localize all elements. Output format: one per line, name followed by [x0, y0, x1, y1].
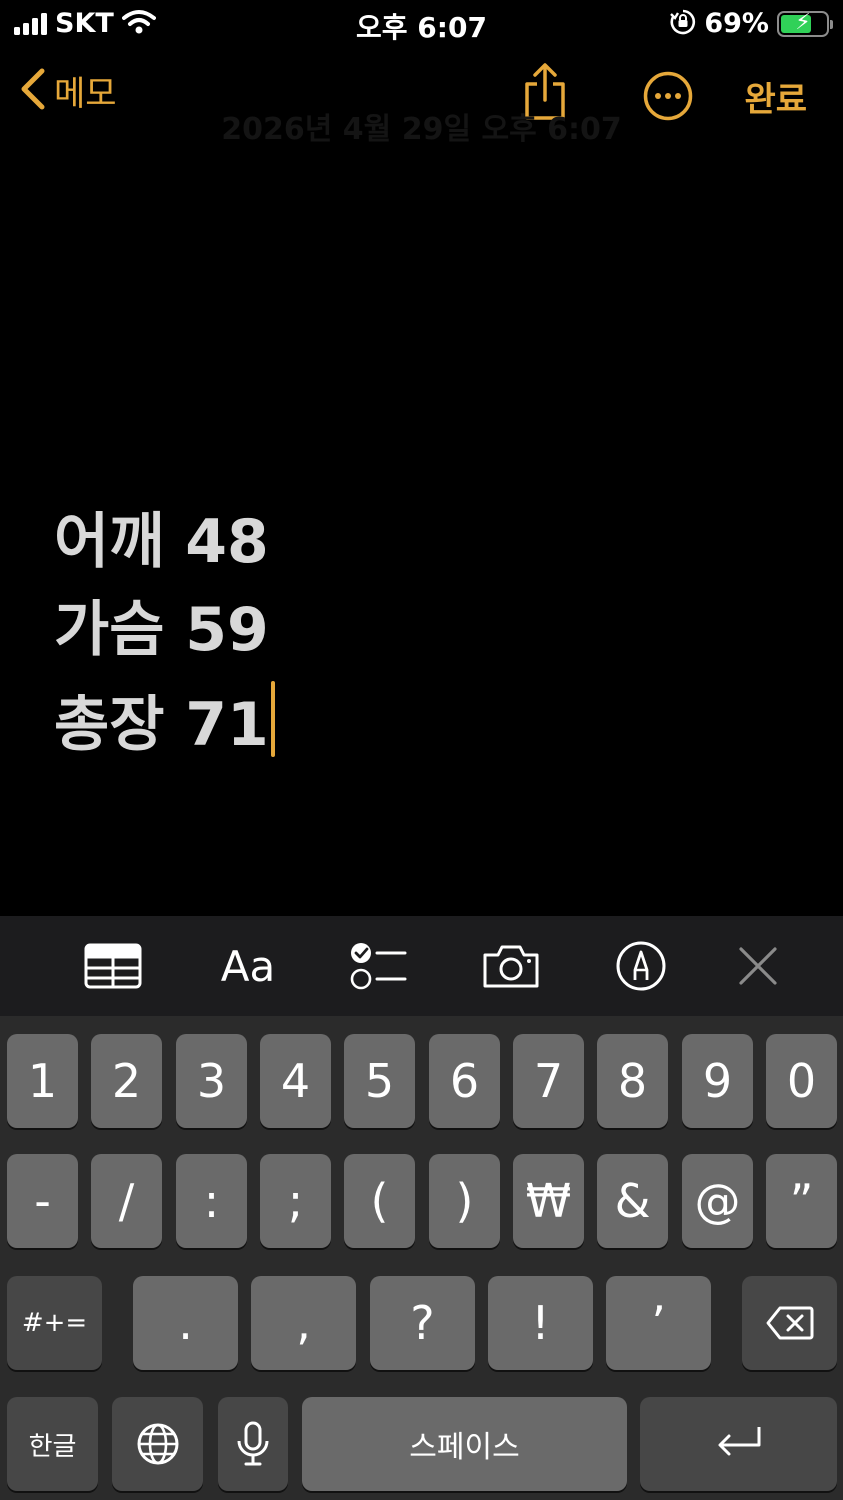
format-icon: Aa: [220, 941, 276, 991]
key-label: @: [694, 1174, 741, 1228]
key-label: ’: [651, 1296, 666, 1350]
key-label: 2: [111, 1054, 142, 1108]
key-label: ?: [410, 1296, 435, 1350]
backspace-icon: [766, 1306, 813, 1340]
key-label: 9: [702, 1054, 733, 1108]
key-5[interactable]: 5: [344, 1034, 415, 1128]
key-label: ₩: [525, 1174, 572, 1228]
markup-icon: [616, 941, 666, 991]
key-label: 8: [617, 1054, 648, 1108]
microphone-icon: [237, 1421, 269, 1466]
globe-icon: [137, 1423, 178, 1465]
key-quote[interactable]: ”: [766, 1154, 837, 1248]
key-0[interactable]: 0: [766, 1034, 837, 1128]
key-label: /: [118, 1174, 135, 1228]
key-exclamation[interactable]: !: [488, 1276, 593, 1370]
space-key[interactable]: 스페이스: [302, 1397, 627, 1491]
status-right: 69% ⚡: [670, 8, 833, 39]
note-date: 2026년 4월 29일 오후 6:07: [221, 112, 622, 147]
checklist-icon: [350, 943, 407, 990]
key-open-paren[interactable]: (: [344, 1154, 415, 1248]
battery-percent: 69%: [704, 8, 769, 39]
key-label: &: [614, 1174, 651, 1228]
key-label: 4: [280, 1054, 311, 1108]
key-9[interactable]: 9: [682, 1034, 753, 1128]
globe-key[interactable]: [112, 1397, 203, 1491]
dictation-key[interactable]: [218, 1397, 288, 1491]
key-3[interactable]: 3: [176, 1034, 247, 1128]
close-toolbar-button[interactable]: [736, 938, 780, 994]
key-period[interactable]: .: [133, 1276, 238, 1370]
key-2[interactable]: 2: [91, 1034, 162, 1128]
table-button[interactable]: [82, 938, 144, 994]
key-apostrophe[interactable]: ’: [606, 1276, 711, 1370]
key-label: 0: [786, 1054, 817, 1108]
key-7[interactable]: 7: [513, 1034, 584, 1128]
hangul-key[interactable]: 한글: [7, 1397, 98, 1491]
return-icon: [718, 1427, 760, 1456]
key-label: .: [178, 1296, 193, 1350]
key-1[interactable]: 1: [7, 1034, 78, 1128]
camera-button[interactable]: [480, 938, 542, 994]
table-icon: [84, 943, 142, 989]
key-hyphen[interactable]: -: [7, 1154, 78, 1248]
key-comma[interactable]: ,: [251, 1276, 356, 1370]
text-cursor: [270, 681, 275, 757]
key-4[interactable]: 4: [260, 1034, 331, 1128]
key-ampersand[interactable]: &: [597, 1154, 668, 1248]
checklist-button[interactable]: [348, 938, 408, 994]
key-label: 3: [196, 1054, 227, 1108]
key-close-paren[interactable]: ): [429, 1154, 500, 1248]
format-toolbar: Aa: [0, 916, 843, 1016]
key-label: (: [370, 1174, 389, 1228]
key-question[interactable]: ?: [370, 1276, 475, 1370]
note-body[interactable]: 어깨 48 가슴 59 총장 71: [54, 505, 275, 769]
key-label: 6: [449, 1054, 480, 1108]
key-semicolon[interactable]: ;: [260, 1154, 331, 1248]
note-line: 어깨 48: [54, 507, 269, 577]
markup-button[interactable]: [614, 938, 668, 994]
key-label: 7: [533, 1054, 564, 1108]
delete-key[interactable]: [742, 1276, 837, 1370]
key-label: 스페이스: [409, 1430, 520, 1465]
key-label: !: [531, 1296, 550, 1350]
key-8[interactable]: 8: [597, 1034, 668, 1128]
camera-icon: [483, 945, 539, 988]
battery-charging-icon: ⚡: [777, 10, 833, 37]
note-line: 가슴 59: [54, 595, 269, 665]
return-key[interactable]: [640, 1397, 837, 1491]
close-icon: [739, 947, 777, 985]
key-label: :: [203, 1174, 220, 1228]
format-button[interactable]: Aa: [212, 938, 284, 994]
status-bar: SKT 오후 6:07 69% ⚡: [0, 0, 843, 48]
key-label: #+=: [21, 1308, 88, 1338]
key-label: 5: [364, 1054, 395, 1108]
key-label: ;: [287, 1174, 304, 1228]
key-colon[interactable]: :: [176, 1154, 247, 1248]
key-6[interactable]: 6: [429, 1034, 500, 1128]
symbols-key[interactable]: #+=: [7, 1276, 102, 1370]
key-label: ,: [296, 1296, 311, 1350]
key-won[interactable]: ₩: [513, 1154, 584, 1248]
key-slash[interactable]: /: [91, 1154, 162, 1248]
key-label: ”: [789, 1174, 814, 1228]
key-label: ): [455, 1174, 474, 1228]
note-line-text: 총장 71: [54, 690, 269, 760]
note-line-last: 총장 71: [54, 681, 275, 769]
key-at[interactable]: @: [682, 1154, 753, 1248]
orientation-lock-icon: [670, 9, 696, 39]
key-label: -: [34, 1174, 51, 1228]
key-label: 한글: [28, 1431, 77, 1462]
keyboard: 1 2 3 4 5 6 7 8 9 0 - / : ; ( ) ₩ & @ ” …: [0, 1016, 843, 1500]
key-label: 1: [27, 1054, 58, 1108]
